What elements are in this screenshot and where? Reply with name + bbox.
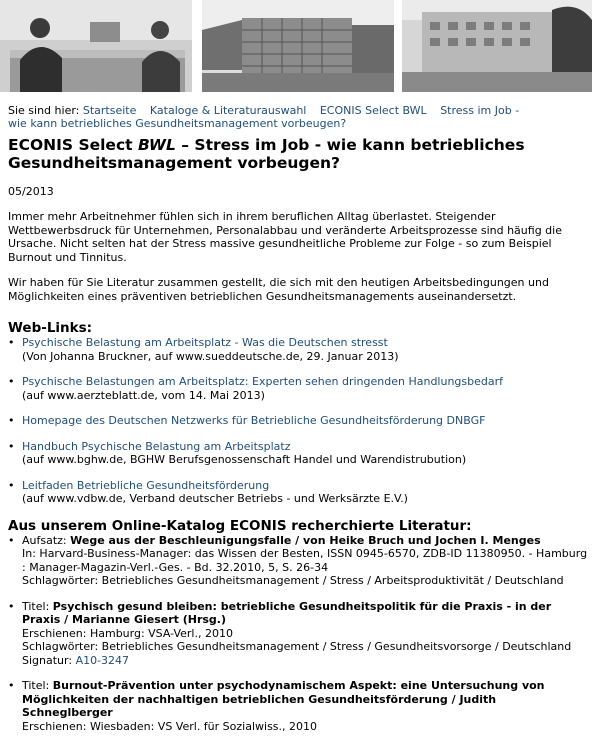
literature-keywords: Schlagwörter: Betriebliches Gesundheitsm… bbox=[22, 574, 564, 587]
literature-source: Erschienen: Hamburg: VSA-Verl., 2010 bbox=[22, 626, 233, 640]
publication-date: 05/2013 bbox=[8, 185, 54, 198]
breadcrumb-link-econis-select[interactable]: ECONIS Select BWL bbox=[320, 104, 427, 117]
breadcrumb-prefix: Sie sind hier: bbox=[8, 104, 80, 117]
breadcrumb-link-stress-im-job-cont[interactable]: wie kann betriebliches Gesundheitsmanage… bbox=[8, 117, 346, 130]
weblink-note: (auf www.aerzteblatt.de, vom 14. Mai 201… bbox=[22, 388, 265, 402]
literature-title: Burnout-Prävention unter psychodynamisch… bbox=[22, 679, 545, 719]
literature-type: Aufsatz: bbox=[22, 533, 71, 547]
literature-heading: Aus unserem Online-Katalog ECONIS recher… bbox=[8, 517, 472, 534]
weblink[interactable]: Homepage des Deutschen Netzwerks für Bet… bbox=[22, 414, 485, 427]
weblink-item: Handbuch Psychische Belastung am Arbeits… bbox=[8, 440, 588, 467]
weblink-note: (Von Johanna Bruckner, auf www.sueddeuts… bbox=[22, 349, 399, 363]
weblink-item: Psychische Belastungen am Arbeitsplatz: … bbox=[8, 375, 588, 402]
breadcrumb-link-startseite[interactable]: Startseite bbox=[83, 104, 137, 117]
weblink-item: Homepage des Deutschen Netzwerks für Bet… bbox=[8, 414, 588, 428]
page-title-part1: ECONIS Select bbox=[8, 136, 138, 154]
weblink[interactable]: Psychische Belastungen am Arbeitsplatz: … bbox=[22, 375, 503, 388]
literature-title: Wege aus der Beschleunigungsfalle / von … bbox=[70, 533, 541, 547]
literature-item: Titel: Burnout-Prävention unter psychody… bbox=[8, 679, 588, 733]
breadcrumb-link-kataloge[interactable]: Kataloge & Literaturauswahl bbox=[150, 104, 306, 117]
intro-paragraph-2: Wir haben für Sie Literatur zusammen ges… bbox=[8, 276, 549, 303]
literature-item: Titel: Psychisch gesund bleiben: betrieb… bbox=[8, 600, 588, 668]
page-title: ECONIS Select BWL – Stress im Job - wie … bbox=[8, 136, 588, 172]
literature-source: Erschienen: Wiesbaden: VS Verl. für Sozi… bbox=[22, 719, 318, 733]
main-content: Sie sind hier: Startseite Kataloge & Lit… bbox=[8, 104, 588, 745]
intro-paragraph-1: Immer mehr Arbeitnehmer fühlen sich in i… bbox=[8, 210, 562, 264]
breadcrumb: Sie sind hier: Startseite Kataloge & Lit… bbox=[8, 104, 588, 130]
literature-list: Aufsatz: Wege aus der Beschleunigungsfal… bbox=[8, 534, 588, 734]
weblinks-heading: Web-Links: bbox=[8, 320, 93, 336]
literature-title: Psychisch gesund bleiben: betriebliche G… bbox=[22, 599, 552, 627]
photo-glass-building bbox=[202, 0, 394, 92]
weblink-note: (auf www.vdbw.de, Verband deutscher Betr… bbox=[22, 492, 408, 505]
photo-reception-desk bbox=[0, 0, 192, 92]
weblink-item: Leitfaden Betriebliche Gesundheitsförder… bbox=[8, 479, 588, 506]
breadcrumb-link-stress-im-job[interactable]: Stress im Job - bbox=[440, 104, 519, 117]
literature-type: Titel: bbox=[22, 599, 53, 613]
weblink[interactable]: Psychische Belastung am Arbeitsplatz - W… bbox=[22, 336, 388, 349]
literature-signature-link[interactable]: A10-3247 bbox=[76, 654, 130, 667]
weblink[interactable]: Leitfaden Betriebliche Gesundheitsförder… bbox=[22, 479, 269, 492]
weblink-item: Psychische Belastung am Arbeitsplatz - W… bbox=[8, 336, 588, 363]
literature-signature-label: Signatur: bbox=[22, 653, 76, 667]
literature-keywords: Schlagwörter: Betriebliches Gesundheitsm… bbox=[22, 640, 572, 653]
literature-type: Titel: bbox=[22, 679, 53, 692]
photo-office-building bbox=[402, 0, 592, 92]
literature-item: Aufsatz: Wege aus der Beschleunigungsfal… bbox=[8, 534, 588, 588]
literature-source: In: Harvard-Business-Manager: das Wissen… bbox=[22, 547, 588, 574]
page-title-bwl: BWL bbox=[137, 136, 176, 154]
weblink-note: (auf www.bghw.de, BGHW Berufsgenossensch… bbox=[22, 453, 467, 466]
header-photos bbox=[0, 0, 592, 92]
weblink[interactable]: Handbuch Psychische Belastung am Arbeits… bbox=[22, 440, 291, 453]
weblinks-list: Psychische Belastung am Arbeitsplatz - W… bbox=[8, 336, 588, 506]
